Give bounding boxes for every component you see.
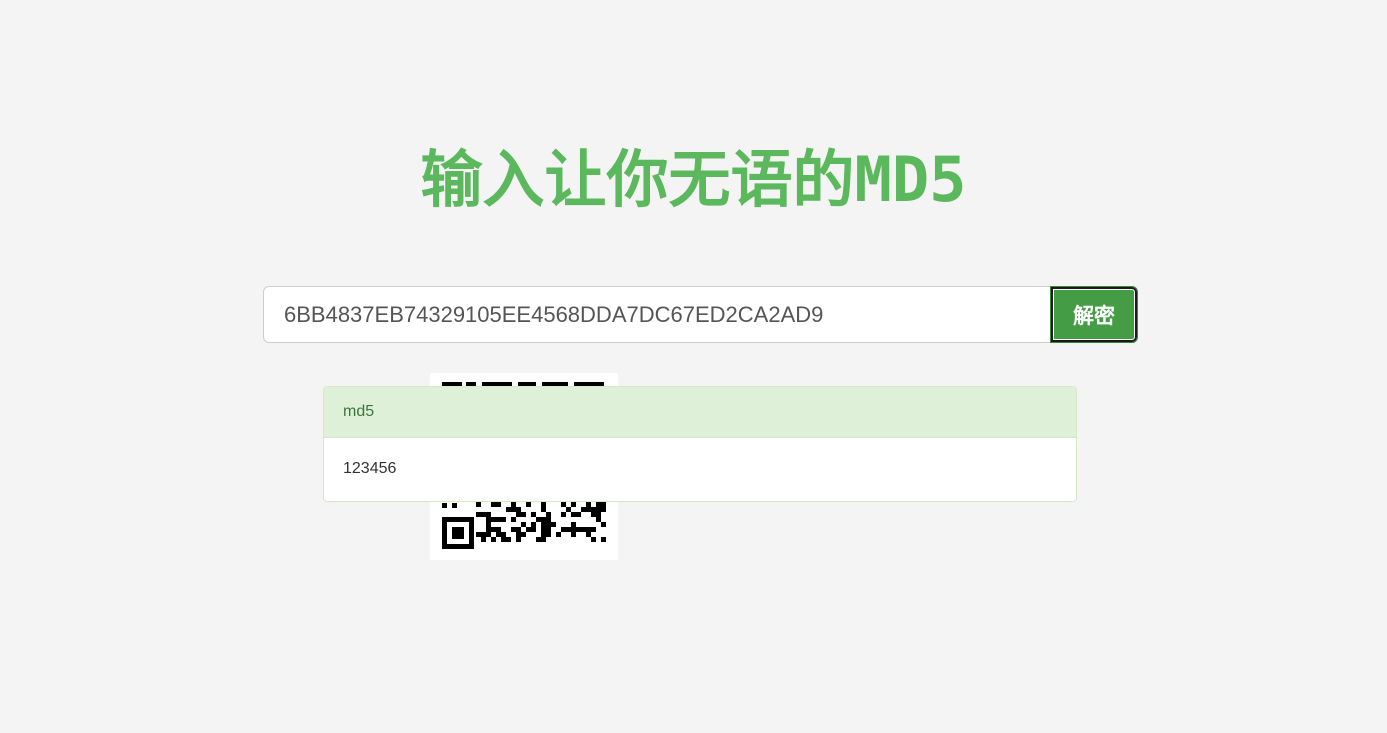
md5-hash-input[interactable] xyxy=(263,286,1051,343)
page-title: 输入让你无语的MD5 xyxy=(420,143,967,216)
decrypt-button[interactable]: 解密 xyxy=(1050,286,1138,343)
result-type-heading: md5 xyxy=(324,387,1076,438)
result-panel: md5 123456 xyxy=(323,386,1077,502)
search-form: 解密 xyxy=(263,286,1138,343)
result-plaintext: 123456 xyxy=(343,460,397,477)
